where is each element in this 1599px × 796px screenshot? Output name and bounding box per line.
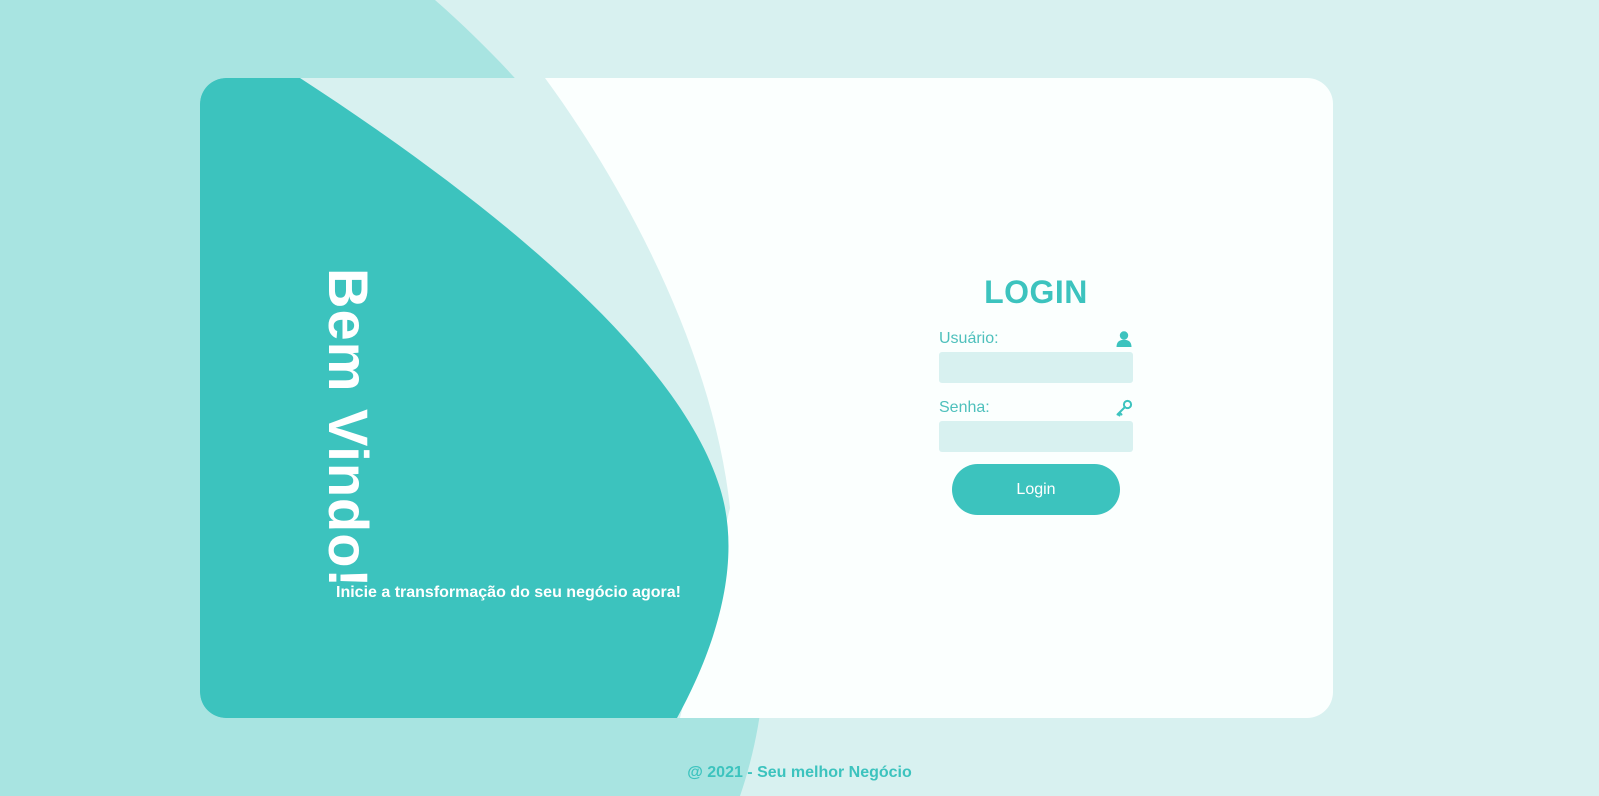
password-label: Senha: — [939, 399, 990, 416]
welcome-title: Bem Vindo! — [317, 268, 380, 589]
username-input[interactable] — [939, 352, 1133, 383]
username-group: Usuário: — [939, 329, 1133, 383]
login-title: LOGIN — [984, 274, 1088, 310]
login-form: LOGIN Usuário: Senha: Login — [939, 274, 1133, 515]
welcome-subtitle: Inicie a transformação do seu negócio ag… — [336, 584, 681, 601]
password-group: Senha: — [939, 398, 1133, 452]
password-input[interactable] — [939, 421, 1133, 452]
username-label: Usuário: — [939, 330, 999, 347]
login-button[interactable]: Login — [952, 464, 1120, 515]
footer-copyright: @ 2021 - Seu melhor Negócio — [687, 764, 912, 781]
user-icon — [1116, 331, 1132, 347]
key-icon — [1116, 399, 1133, 417]
